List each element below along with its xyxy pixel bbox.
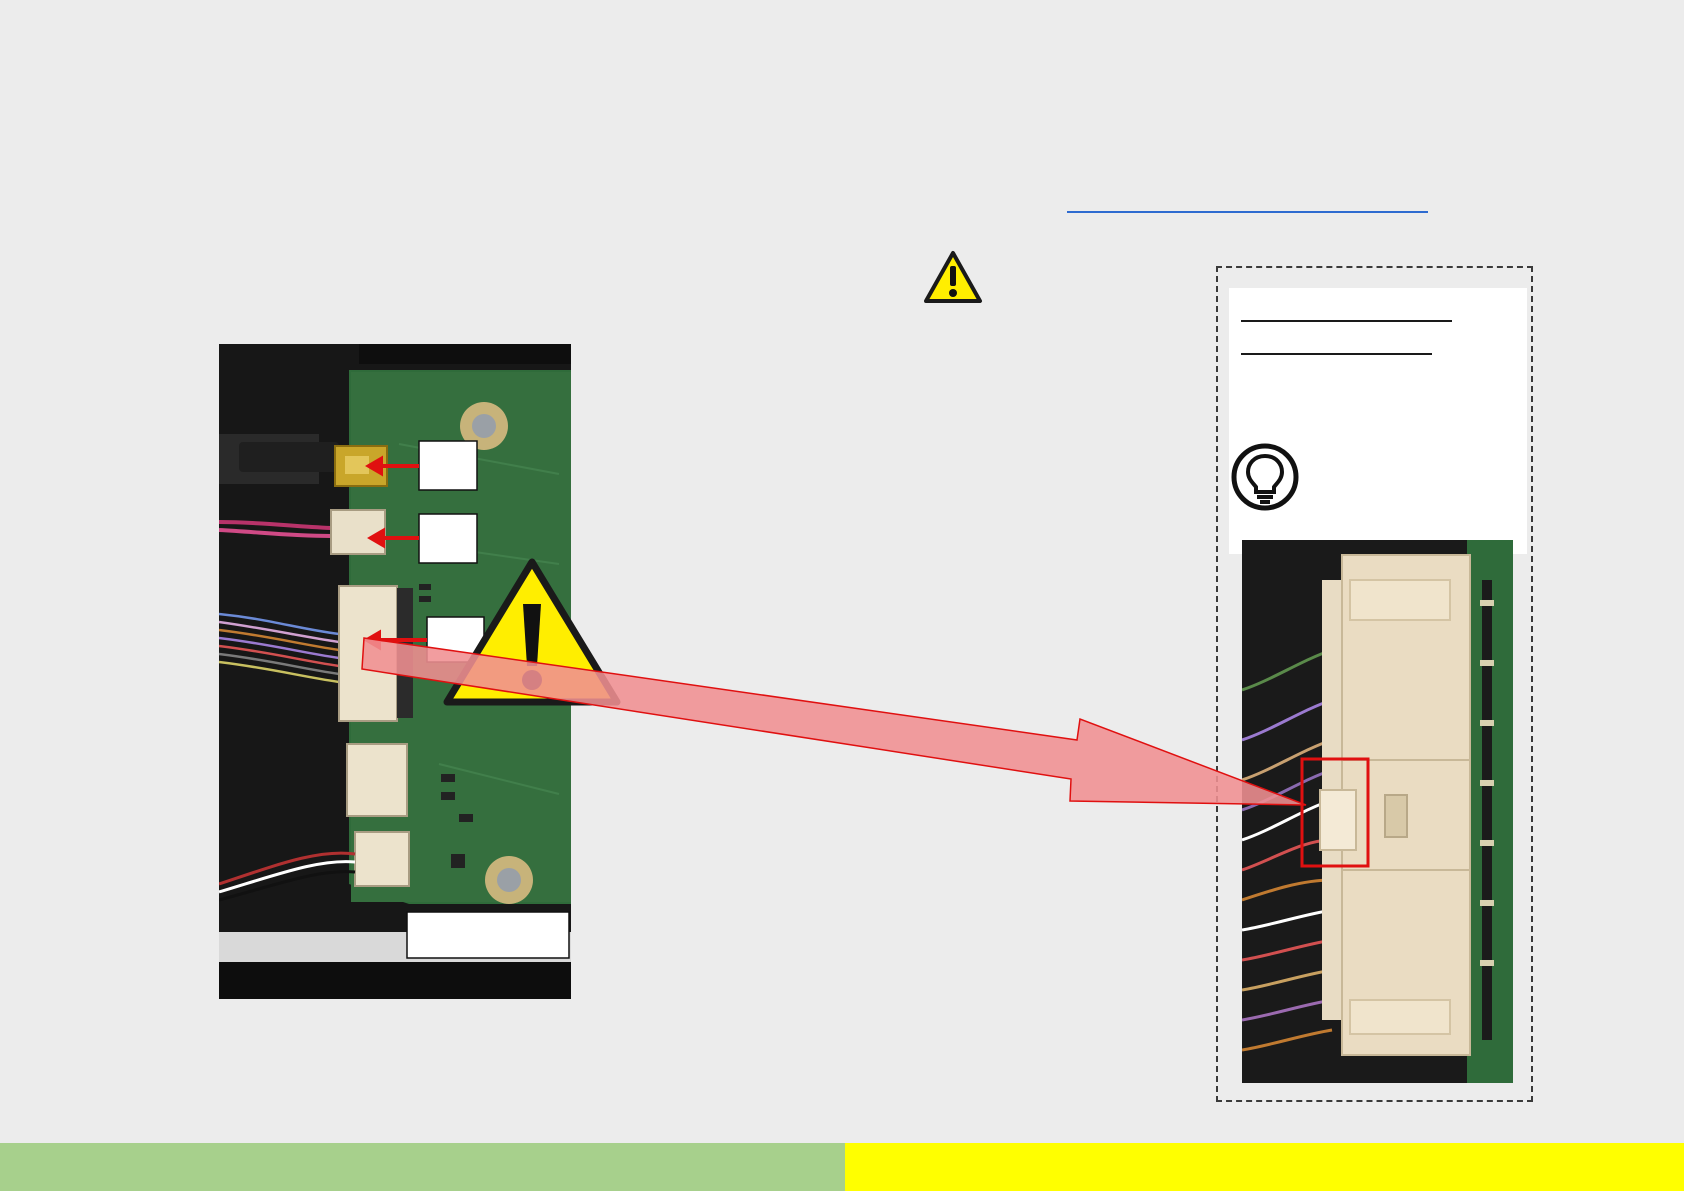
link-underline[interactable] (1067, 211, 1428, 213)
lightbulb-icon (1231, 443, 1299, 511)
connector-closeup-photo (1242, 540, 1513, 1083)
warning-triangle-icon (924, 251, 982, 303)
footer-bar-right (845, 1143, 1684, 1191)
tip-heading-underline (1241, 320, 1452, 322)
board-label (406, 911, 570, 959)
warning-triangle-icon (443, 558, 621, 706)
tip-subheading-underline (1241, 353, 1432, 355)
callout-label-1 (418, 440, 478, 491)
footer-bar-left (0, 1143, 845, 1191)
tip-panel (1229, 288, 1527, 554)
